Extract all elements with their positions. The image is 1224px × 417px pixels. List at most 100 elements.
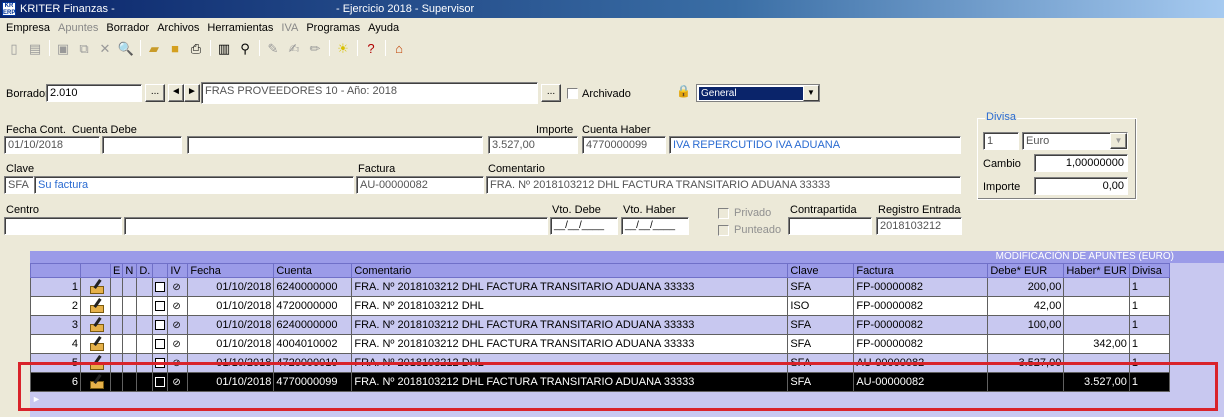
menu-empresa[interactable]: Empresa [2,22,54,34]
row-number-cell[interactable]: 2 [30,296,81,316]
edit-cell[interactable] [80,315,111,335]
vto-debe-input[interactable]: __/__/____ [550,217,618,235]
n-cell[interactable] [122,353,138,373]
prev-button[interactable]: ◄ [168,84,184,102]
haber-cell[interactable] [1063,277,1130,297]
d-cell[interactable] [136,277,154,297]
divisa-cell[interactable]: 1 [1128,315,1170,335]
ledger-select[interactable]: General ▼ [696,84,820,102]
delete-icon[interactable]: ✕ [95,39,115,57]
debe-cell[interactable]: 42,00 [987,296,1065,316]
clave-cell[interactable]: SFA [787,353,855,373]
row-checkbox[interactable] [155,320,166,331]
divisa-cell[interactable]: 1 [1128,334,1170,354]
e-cell[interactable] [109,296,124,316]
n-cell[interactable] [122,372,138,392]
help-icon[interactable]: ? [361,39,381,57]
e-cell[interactable] [109,334,124,354]
fecha-cell[interactable]: 01/10/2018 [187,334,275,354]
row-number-cell[interactable]: 3 [30,315,81,335]
col-header-n[interactable]: N [122,263,138,278]
home-icon[interactable]: ⌂ [389,39,409,57]
contrapartida-input[interactable] [788,217,872,235]
clave-cell[interactable]: SFA [787,315,855,335]
fecha-cell[interactable]: 01/10/2018 [187,353,275,373]
d-cell[interactable] [136,372,154,392]
debe-cell[interactable] [987,334,1065,354]
edit-cell[interactable] [80,334,111,354]
save-icon[interactable]: ▣ [53,39,73,57]
row-checkbox[interactable] [155,358,166,369]
col-header-factura[interactable]: Factura [853,263,989,278]
col-header-debe[interactable]: Debe* EUR [987,263,1065,278]
menu-apuntes[interactable]: Apuntes [54,22,102,34]
row-number-cell[interactable]: 4 [30,334,81,354]
clave-cell[interactable]: SFA [787,372,855,392]
chevron-down-icon[interactable]: ▼ [803,85,819,101]
e-cell[interactable] [109,277,124,297]
col-header-haber[interactable]: Haber* EUR [1063,263,1130,278]
cuenta-cell[interactable]: 4770000099 [273,372,353,392]
divisa-cell[interactable]: 1 [1128,277,1170,297]
punteado-checkbox[interactable] [718,225,729,236]
col-header-clave[interactable]: Clave [787,263,855,278]
debe-cell[interactable]: 100,00 [987,315,1065,335]
comentario-cell[interactable]: FRA. Nº 2018103212 DHL FACTURA TRANSITAR… [351,372,789,392]
edit-pen3-icon[interactable]: ✏ [305,39,325,57]
cuenta-cell[interactable]: 4004010002 [273,334,353,354]
edit-icon[interactable] [88,279,104,294]
n-cell[interactable] [122,277,138,297]
clave-cell[interactable]: ISO [787,296,855,316]
vto-haber-input[interactable]: __/__/____ [621,217,689,235]
comentario-input[interactable]: FRA. Nº 2018103212 DHL FACTURA TRANSITAR… [486,176,961,194]
debe-cell[interactable]: 3.527,00 [987,353,1065,373]
book-icon[interactable]: ▥ [214,39,234,57]
clave-cell[interactable]: SFA [787,334,855,354]
menu-ayuda[interactable]: Ayuda [364,22,403,34]
factura-cell[interactable]: FP-00000082 [853,296,989,316]
factura-cell[interactable]: FP-00000082 [853,334,989,354]
factura-cell[interactable]: FP-00000082 [853,277,989,297]
cuenta-cell[interactable]: 6240000000 [273,315,353,335]
iv-cell[interactable]: ⊘ [167,296,189,316]
chevron-down-icon[interactable]: ▼ [1110,133,1127,149]
check-cell[interactable] [152,334,169,354]
menu-programas[interactable]: Programas [302,22,364,34]
haber-cell[interactable] [1063,315,1130,335]
fecha-cell[interactable]: 01/10/2018 [187,277,275,297]
divisa-cell[interactable]: 1 [1128,372,1170,392]
fecha-cell[interactable]: 01/10/2018 [187,372,275,392]
fecha-cell[interactable]: 01/10/2018 [187,296,275,316]
blank-doc-icon[interactable]: ▤ [25,39,45,57]
divisa-cell[interactable]: 1 [1128,296,1170,316]
edit-icon[interactable] [88,317,104,332]
preview-icon[interactable]: 🔍 [116,39,136,57]
debe-cell[interactable]: 200,00 [987,277,1065,297]
cuenta-debe-input[interactable] [102,136,182,154]
cuenta-cell[interactable]: 6240000000 [273,277,353,297]
archivado-checkbox[interactable] [567,88,578,99]
factura-input[interactable]: AU-00000082 [356,176,484,194]
haber-cell[interactable]: 3.527,00 [1063,372,1130,392]
check-cell[interactable] [152,353,169,373]
col-header-comentario[interactable]: Comentario [351,263,789,278]
table-row[interactable]: 1 ⊘ 01/10/2018 6240000000 FRA. Nº 2018103212… [30,277,1170,297]
lightbulb-icon[interactable]: ☀ [333,39,353,57]
check-cell[interactable] [152,372,169,392]
table-row[interactable]: 6 ⊘ 01/10/2018 4770000099 FRA. Nº 2018103212… [30,372,1170,392]
iv-cell[interactable]: ⊘ [167,277,189,297]
edit-icon[interactable] [88,336,104,351]
row-number-cell[interactable]: 1 [30,277,81,297]
iv-cell[interactable]: ⊘ [167,372,189,392]
comentario-cell[interactable]: FRA. Nº 2018103212 DHL FACTURA TRANSITAR… [351,315,789,335]
edit-cell[interactable] [80,296,111,316]
row-number-cell[interactable]: 5 [30,353,81,373]
table-row[interactable]: 3 ⊘ 01/10/2018 6240000000 FRA. Nº 2018103212… [30,315,1170,335]
edit-icon[interactable] [88,298,104,313]
d-cell[interactable] [136,353,154,373]
e-cell[interactable] [109,315,124,335]
comentario-cell[interactable]: FRA. Nº 2018103212 DHL FACTURA TRANSITAR… [351,277,789,297]
haber-cell[interactable] [1063,296,1130,316]
cuenta-cell[interactable]: 4720000010 [273,353,353,373]
iv-cell[interactable]: ⊘ [167,334,189,354]
